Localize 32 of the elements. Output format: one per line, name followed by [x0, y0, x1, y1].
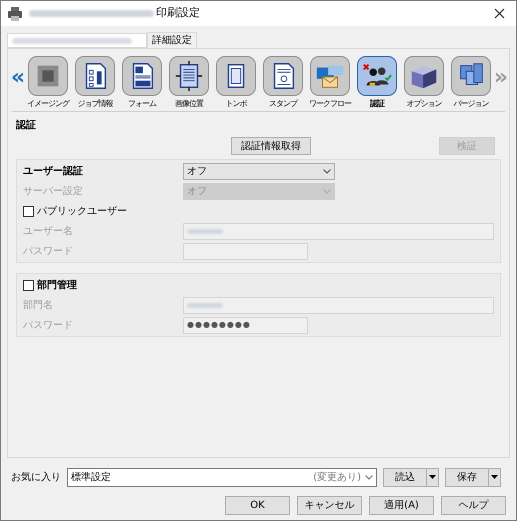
close-icon: [494, 8, 504, 19]
dropdown[interactable]: オフ: [183, 162, 335, 180]
checkbox[interactable]: [23, 280, 34, 290]
favorites-dropdown[interactable]: 標準設定 (変更あり): [67, 468, 377, 486]
section-title: 認証: [16, 118, 36, 133]
split-button[interactable]: 読込: [383, 468, 439, 486]
chevron-icon: [365, 474, 373, 480]
checkbox[interactable]: [23, 206, 34, 216]
field-label: パスワード: [23, 318, 74, 332]
dropdown-arrow-icon: [491, 475, 498, 479]
dialog-button[interactable]: キャンセル: [297, 496, 362, 515]
tab[interactable]: 詳細設定: [147, 32, 197, 48]
page-position-icon: [173, 60, 205, 92]
field-label: サーバー設定: [23, 184, 84, 198]
dropdown-arrow-icon: [429, 475, 436, 479]
favorites-label: お気に入り: [11, 470, 61, 484]
dialog-button[interactable]: ヘルプ: [441, 496, 506, 515]
checkbox-label: パブリックユーザー: [37, 204, 127, 218]
field-label: ユーザー名: [23, 224, 74, 238]
previous-button[interactable]: «: [12, 59, 24, 97]
window-title: 印刷設定: [156, 5, 200, 22]
checkbox-label: 部門管理: [37, 278, 77, 292]
tab[interactable]: [7, 33, 147, 48]
split-button[interactable]: 保存: [445, 468, 501, 486]
chevron-icon: [323, 168, 331, 174]
dialog-button[interactable]: OK: [225, 496, 290, 515]
get-info-button[interactable]: 認証情報取得: [231, 137, 311, 155]
chevron-icon: [323, 188, 331, 194]
dialog-button[interactable]: 適用(A): [369, 496, 434, 515]
field-label: パスワード: [23, 244, 74, 258]
field-label: 部門名: [23, 298, 54, 312]
field-label: ユーザー認証: [23, 164, 84, 178]
